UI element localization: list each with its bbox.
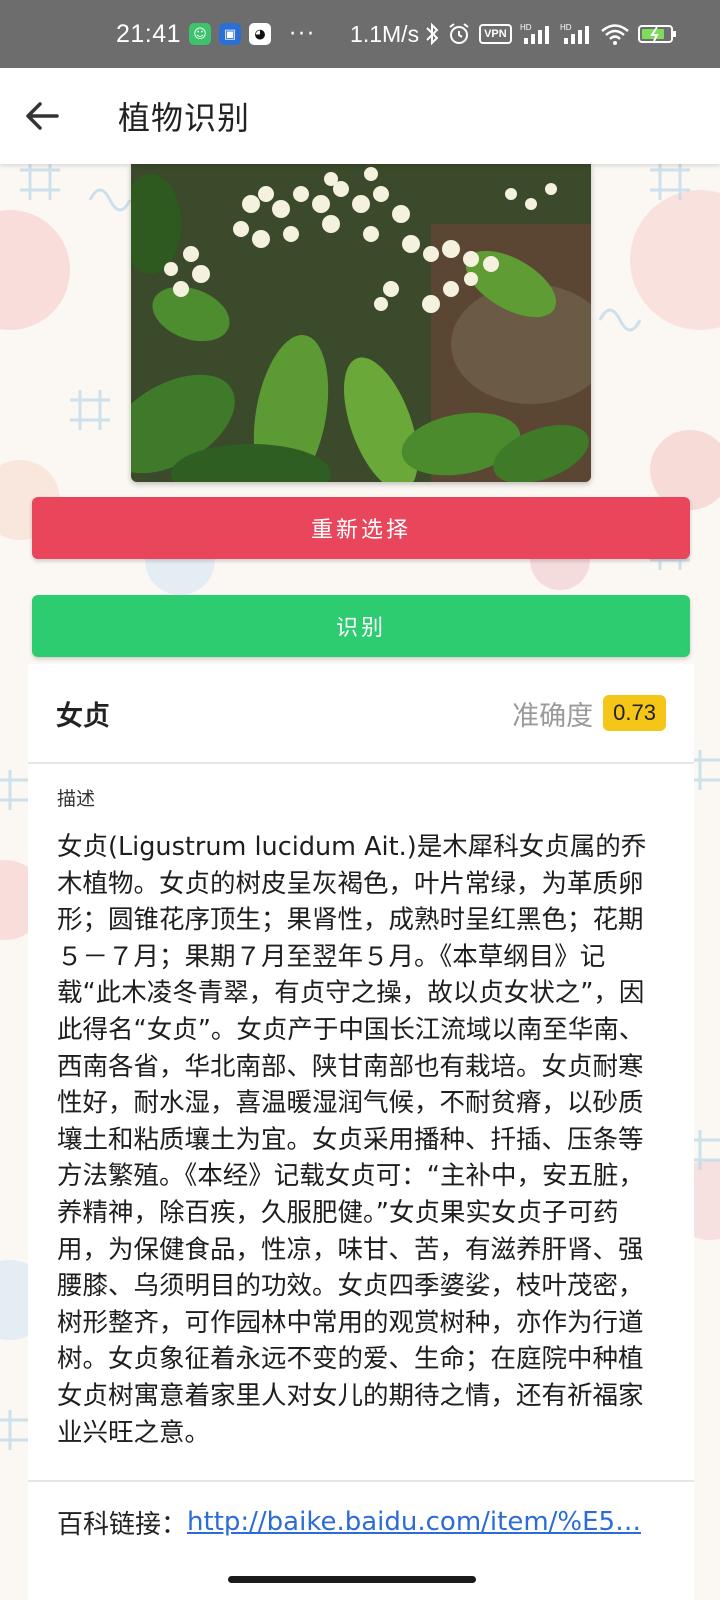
- svg-text:HD: HD: [520, 23, 532, 32]
- description-section: 描述 女贞(Ligustrum lucidum Ait.)是木犀科女贞属的乔木植…: [28, 764, 694, 1451]
- more-notifications-icon: ···: [289, 21, 317, 47]
- result-card: 女贞 准确度 0.73 描述 女贞(Ligustrum lucidum Ait.…: [28, 664, 694, 1600]
- home-indicator[interactable]: [228, 1576, 476, 1583]
- status-icons: VPN HD HD: [425, 22, 678, 46]
- android-app-icon: ☺: [189, 23, 212, 45]
- result-header: 女贞 准确度 0.73: [28, 664, 694, 764]
- encyclopedia-link-label: 百科链接：: [57, 1509, 188, 1540]
- status-bar: 21:41 ☺ ▣ ◕ ··· 1.1M/s VPN HD HD: [0, 0, 720, 68]
- description-text: 女贞(Ligustrum lucidum Ait.)是木犀科女贞属的乔木植物。女…: [57, 832, 647, 1448]
- back-button[interactable]: [0, 68, 84, 164]
- wifi-icon: [600, 24, 629, 45]
- plant-name: 女贞: [56, 700, 110, 732]
- network-speed: 1.1M/s: [350, 20, 420, 47]
- app-bar: 植物识别: [0, 68, 720, 164]
- signal-1-icon: HD: [520, 23, 549, 44]
- reselect-button[interactable]: 重新选择: [32, 497, 690, 559]
- plant-image: [131, 164, 591, 482]
- description-label: 描述: [57, 788, 96, 810]
- status-time: 21:41: [116, 19, 182, 48]
- signal-2-icon: HD: [560, 23, 589, 44]
- accuracy-label: 准确度: [512, 700, 594, 732]
- divider: [28, 1480, 694, 1482]
- encyclopedia-link-row: 百科链接： http://baike.baidu.com/item/%E5…: [57, 1500, 682, 1544]
- reselect-button-label: 重新选择: [310, 518, 411, 543]
- qq-icon: ◕: [249, 23, 272, 45]
- identify-button[interactable]: 识别: [32, 595, 690, 657]
- accuracy-badge: 0.73: [603, 695, 666, 731]
- page-title: 植物识别: [118, 99, 251, 137]
- encyclopedia-link[interactable]: http://baike.baidu.com/item/%E5…: [187, 1507, 641, 1537]
- alarm-icon: [449, 23, 469, 44]
- vpn-icon: VPN: [479, 24, 512, 44]
- accuracy: 准确度 0.73: [512, 694, 666, 733]
- app-notification-icon: ▣: [219, 23, 242, 45]
- bluetooth-icon: [426, 22, 439, 46]
- identify-button-label: 识别: [335, 616, 386, 641]
- arrow-left-icon: [26, 102, 59, 130]
- svg-text:HD: HD: [560, 23, 572, 32]
- battery-charging-icon: [637, 25, 676, 43]
- screen: 21:41 ☺ ▣ ◕ ··· 1.1M/s VPN HD HD 植物识别 重新…: [0, 0, 720, 1600]
